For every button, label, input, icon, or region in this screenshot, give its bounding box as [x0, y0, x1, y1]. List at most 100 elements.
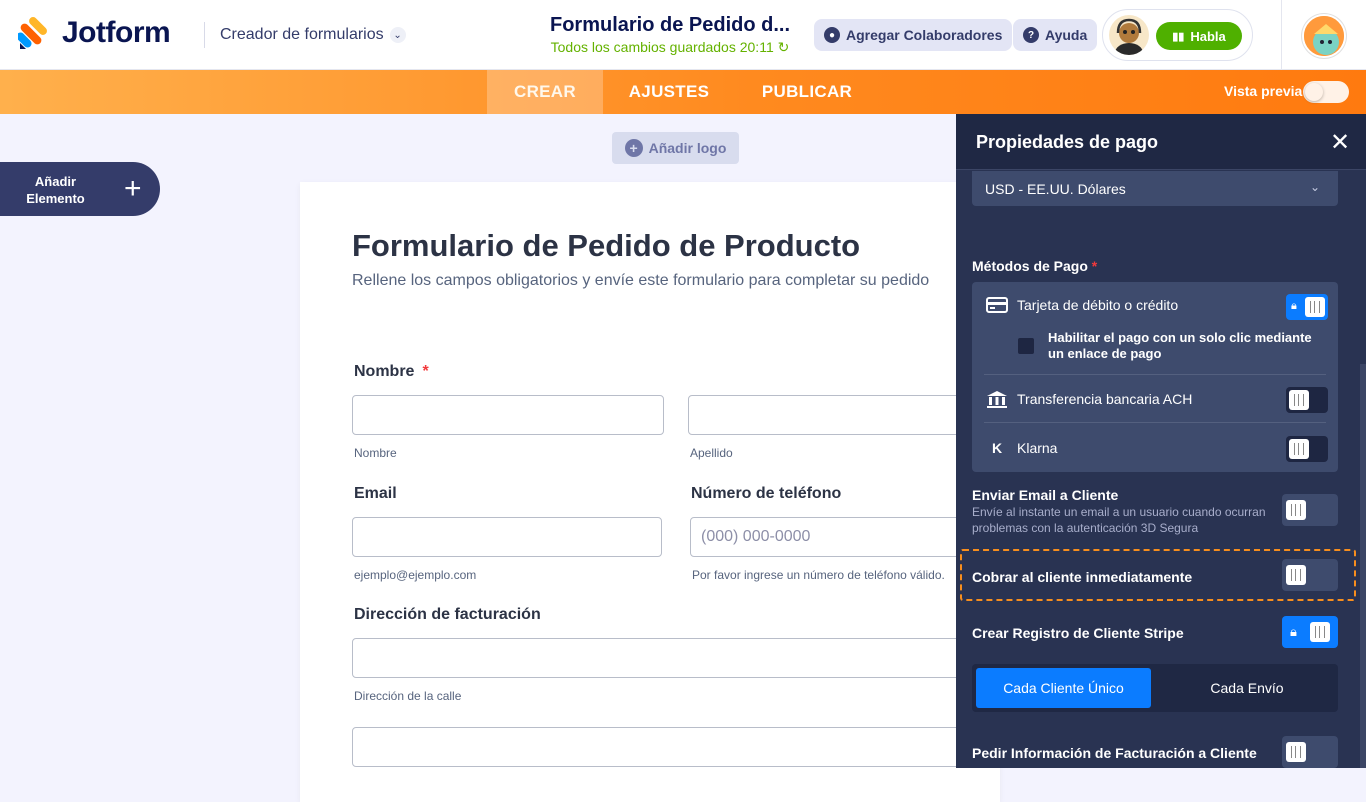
one-click-checkbox[interactable]: [1018, 338, 1034, 354]
form-subheading[interactable]: Rellene los campos obligatorios y envíe …: [352, 272, 929, 290]
plus-icon: +: [124, 172, 142, 205]
help-button[interactable]: ? Ayuda: [1013, 19, 1098, 51]
email-sublabel: ejemplo@ejemplo.com: [354, 568, 477, 582]
email-input[interactable]: [352, 517, 662, 557]
brand-name: Jotform: [62, 16, 171, 49]
stripe-customer-label: Crear Registro de Cliente Stripe: [972, 625, 1184, 641]
bank-icon: [986, 390, 1008, 408]
add-logo-label: Añadir logo: [648, 140, 727, 156]
add-logo-button[interactable]: + Añadir logo: [612, 132, 739, 164]
klarna-toggle[interactable]: [1286, 436, 1328, 462]
add-collaborators-button[interactable]: ● Agregar Colaboradores: [814, 19, 1013, 51]
ai-agent-box: ▮▮ Habla: [1102, 9, 1253, 61]
send-email-description: Envíe al instante un email a un usuario …: [972, 505, 1266, 535]
user-avatar-icon: [1304, 16, 1344, 56]
agent-avatar[interactable]: [1109, 15, 1149, 55]
talk-label: Habla: [1190, 28, 1226, 44]
help-label: Ayuda: [1045, 27, 1088, 43]
form-title-block[interactable]: Formulario de Pedido d... Todos los camb…: [540, 14, 800, 56]
lock-icon: 🔒︎: [1291, 300, 1297, 312]
phone-sublabel: Por favor ingrese un número de teléfono …: [692, 568, 945, 582]
header-divider: [1281, 0, 1282, 70]
form-heading[interactable]: Formulario de Pedido de Producto: [352, 228, 860, 264]
phone-placeholder: (000) 000-0000: [701, 528, 811, 545]
builder-tabs-bar: CREAR AJUSTES PUBLICAR Vista previa: [0, 70, 1366, 114]
method-ach-label: Transferencia bancaria ACH: [1017, 391, 1193, 407]
builder-dropdown[interactable]: Creador de formularios ⌄: [220, 26, 406, 44]
tab-ajustes[interactable]: AJUSTES: [610, 70, 728, 114]
toggle-knob: [1305, 297, 1325, 317]
user-avatar[interactable]: [1302, 14, 1346, 58]
customer-record-segmented: Cada Cliente Único Cada Envío: [972, 664, 1338, 712]
street-address-line2-input[interactable]: [352, 727, 992, 767]
name-label[interactable]: Nombre *: [354, 363, 429, 381]
stripe-customer-toggle[interactable]: 🔒︎: [1282, 616, 1338, 648]
billing-info-label: Pedir Información de Facturación a Clien…: [972, 745, 1257, 761]
panel-scrollbar[interactable]: [1360, 364, 1366, 768]
payment-properties-panel: Propiedades de pago ✕ USD - EE.UU. Dólar…: [956, 114, 1366, 768]
agent-avatar-icon: [1115, 18, 1143, 55]
plus-circle-icon: +: [624, 139, 643, 157]
method-card-label: Tarjeta de débito o crédito: [1017, 297, 1179, 313]
card-toggle[interactable]: 🔒︎: [1286, 294, 1328, 320]
segment-each-unique-customer[interactable]: Cada Cliente Único: [976, 668, 1151, 708]
phone-input[interactable]: (000) 000-0000: [690, 517, 990, 557]
currency-select[interactable]: USD - EE.UU. Dólares ⌄: [972, 171, 1338, 206]
first-name-sublabel: Nombre: [354, 446, 397, 460]
charge-immediately-label: Cobrar al cliente inmediatamente: [972, 569, 1193, 585]
currency-value: USD - EE.UU. Dólares: [985, 180, 1126, 197]
talk-button[interactable]: ▮▮ Habla: [1156, 22, 1242, 50]
divider: [984, 374, 1326, 375]
method-klarna-label: Klarna: [1017, 440, 1058, 456]
chevron-down-icon: ⌄: [1309, 180, 1320, 194]
save-status: Todos los cambios guardados 20:11 ↻: [540, 39, 800, 56]
top-header: Jotform Creador de formularios ⌄ Formula…: [0, 0, 1366, 70]
street-address-input[interactable]: [352, 638, 992, 678]
send-email-toggle[interactable]: [1282, 494, 1338, 526]
phone-label[interactable]: Número de teléfono: [691, 485, 841, 503]
preview-label: Vista previa: [1224, 83, 1303, 99]
first-name-input[interactable]: [352, 395, 664, 435]
tab-publicar[interactable]: PUBLICAR: [748, 70, 866, 114]
billing-info-toggle[interactable]: [1282, 736, 1338, 768]
builder-label: Creador de formularios: [220, 26, 384, 43]
name-label-text: Nombre: [354, 363, 415, 380]
form-title[interactable]: Formulario de Pedido d...: [540, 14, 800, 37]
required-mark: *: [422, 363, 429, 380]
credit-card-icon: [986, 296, 1008, 314]
last-name-sublabel: Apellido: [690, 446, 733, 460]
divider: [984, 422, 1326, 423]
one-click-label[interactable]: Habilitar el pago con un solo clic media…: [1048, 330, 1328, 362]
sound-bars-icon: ▮▮: [1172, 30, 1185, 43]
toggle-knob: [1289, 390, 1309, 410]
jotform-logo[interactable]: Jotform: [18, 16, 171, 50]
panel-title: Propiedades de pago: [976, 132, 1159, 152]
header-divider: [204, 22, 205, 48]
add-element-label: Añadir Elemento: [26, 174, 85, 206]
add-element-button[interactable]: Añadir Elemento +: [0, 162, 160, 216]
last-name-input[interactable]: [688, 395, 988, 435]
payment-methods-box: Tarjeta de débito o crédito 🔒︎ Habilitar…: [972, 282, 1338, 472]
tab-crear[interactable]: CREAR: [487, 70, 603, 114]
jotform-logo-icon: [18, 17, 47, 49]
method-klarna: K Klarna: [986, 439, 1058, 457]
billing-address-label[interactable]: Dirección de facturación: [354, 606, 541, 624]
send-email-label: Enviar Email a Cliente: [972, 487, 1119, 503]
refresh-icon: ↻: [777, 39, 790, 55]
charge-immediately-toggle[interactable]: [1282, 559, 1338, 591]
segment-each-submission[interactable]: Cada Envío: [1160, 668, 1334, 708]
method-ach: Transferencia bancaria ACH: [986, 390, 1192, 408]
question-icon: ?: [1023, 27, 1039, 43]
preview-toggle[interactable]: [1303, 81, 1349, 103]
street-address-sublabel: Dirección de la calle: [354, 689, 462, 703]
email-label[interactable]: Email: [354, 485, 397, 503]
lock-icon: 🔒︎: [1290, 624, 1297, 639]
payment-methods-label: Métodos de Pago *: [972, 258, 1097, 274]
save-status-text: Todos los cambios guardados 20:11: [550, 39, 774, 55]
required-mark: *: [1091, 258, 1098, 274]
toggle-knob: [1286, 500, 1306, 520]
close-icon[interactable]: ✕: [1330, 128, 1350, 157]
add-collaborators-label: Agregar Colaboradores: [846, 27, 1003, 43]
ach-toggle[interactable]: [1286, 387, 1328, 413]
method-card: Tarjeta de débito o crédito: [986, 296, 1178, 314]
